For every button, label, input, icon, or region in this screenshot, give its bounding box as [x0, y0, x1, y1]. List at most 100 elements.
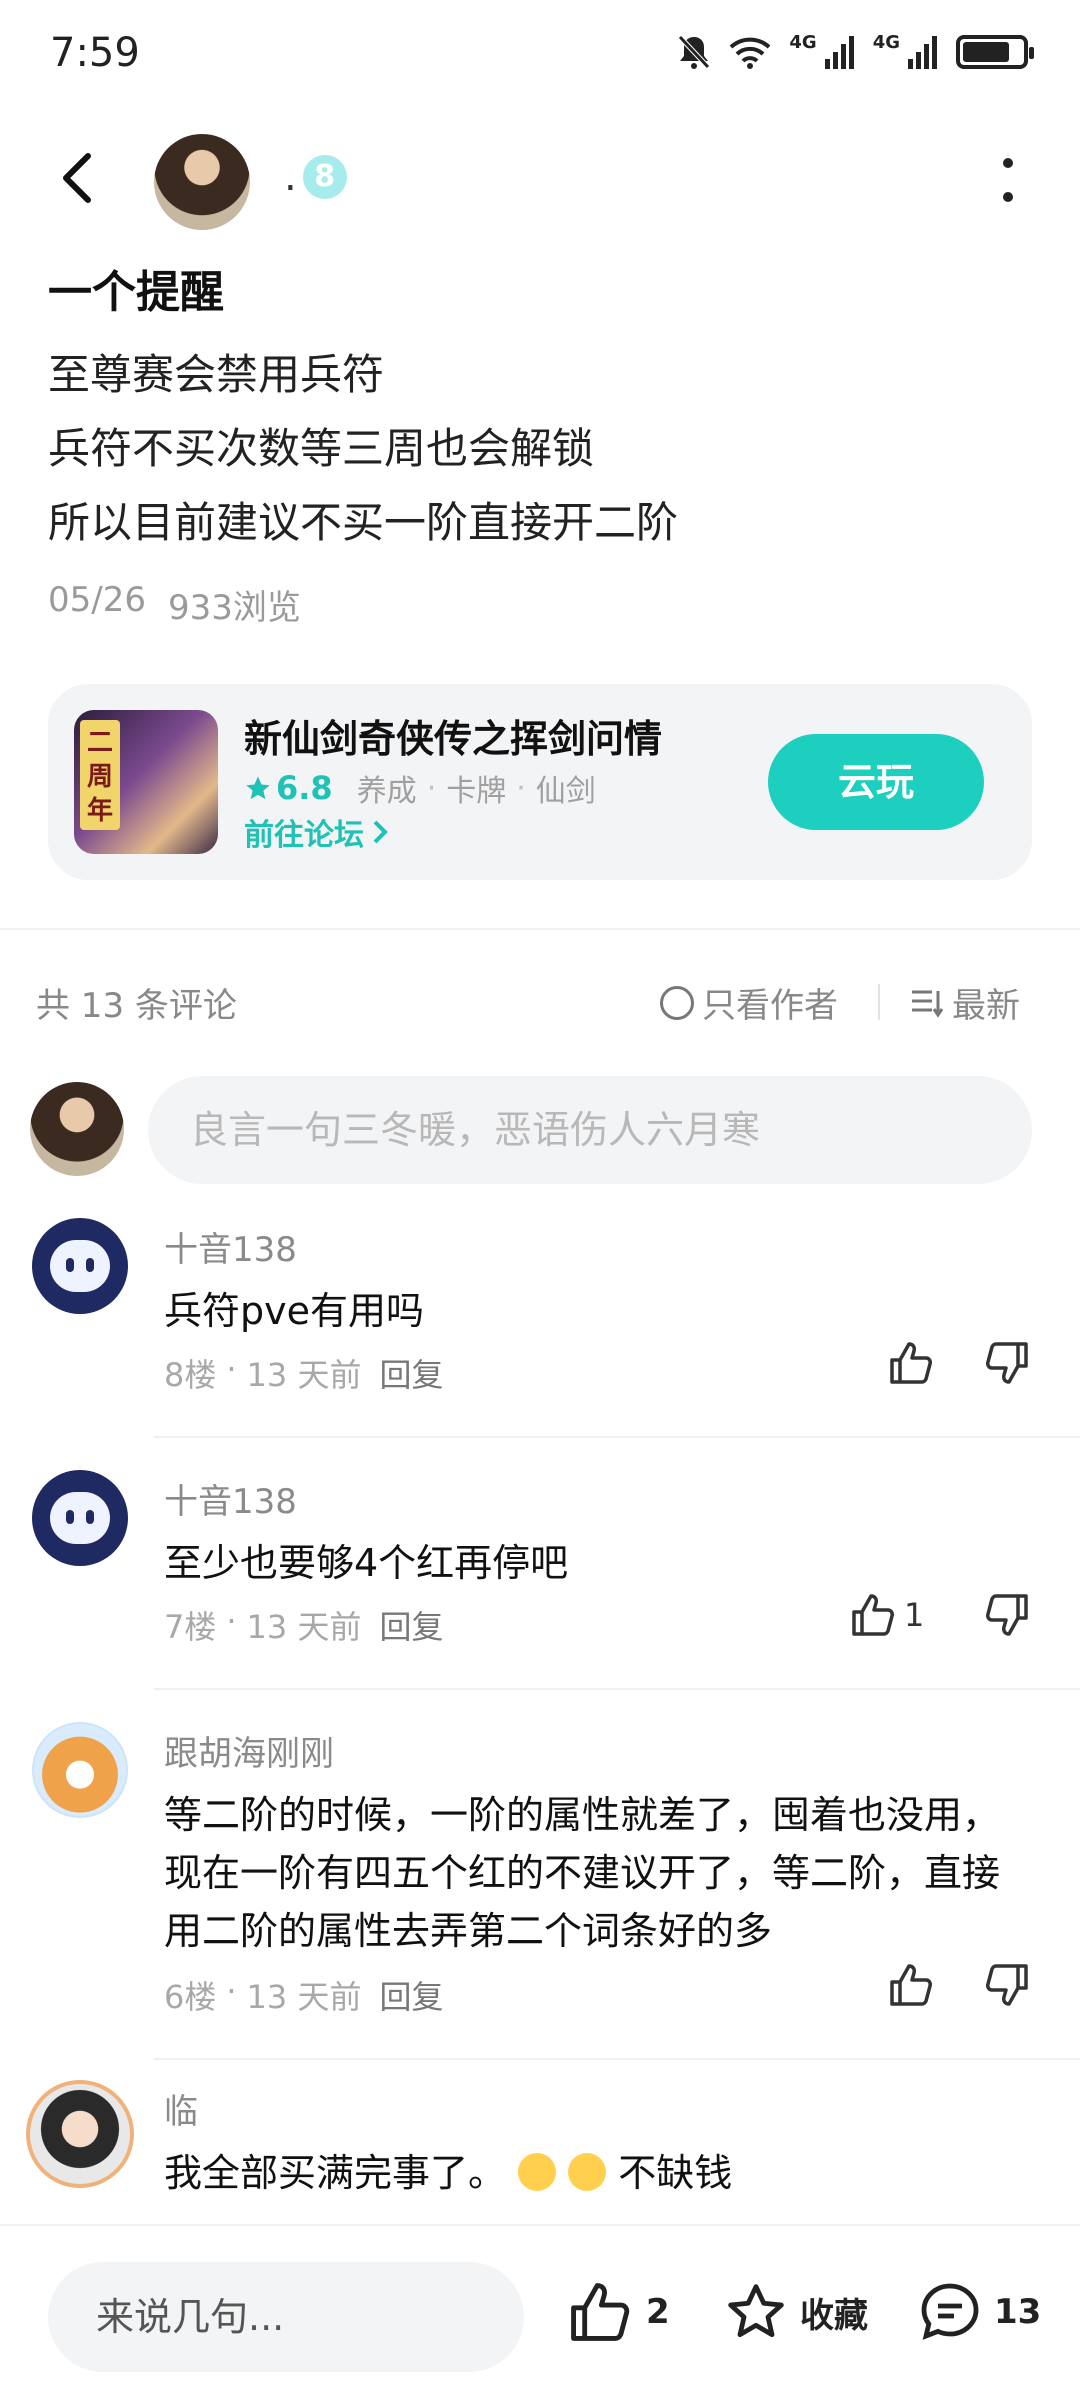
comment-text: 等二阶的时候，一阶的属性就差了，囤着也没用，现在一阶有四五个红的不建议开了，等二…: [164, 1793, 1001, 1953]
wifi-icon: [730, 37, 771, 69]
comment-divider: [154, 2058, 1080, 2060]
signal-icon-2: [908, 36, 937, 69]
comment-meta: 7楼 · 13 天前 回复: [164, 1602, 443, 1648]
game-name: 新仙剑奇侠传之挥剑问情: [244, 717, 663, 761]
comment-floor: 8楼: [164, 1356, 217, 1394]
post-meta: 05/26 933浏览: [48, 580, 301, 629]
like-button[interactable]: [888, 1962, 942, 2008]
mute-bell-icon: [678, 35, 711, 69]
thumbs-up-icon: [890, 1342, 932, 1384]
my-avatar: [30, 1082, 124, 1176]
comment-meta: 8楼 · 13 天前 回复: [164, 1350, 443, 1396]
post-line: 兵符不买次数等三周也会解锁: [48, 424, 595, 473]
commenter-name[interactable]: 十音138: [164, 1222, 297, 1271]
comment-item: 临 我全部买满完事了。 不缺钱: [0, 2080, 1080, 2220]
comment-bubble-icon: [921, 2283, 979, 2340]
go-to-forum-link[interactable]: 前往论坛: [244, 810, 390, 854]
commenter-name[interactable]: 十音138: [164, 1474, 297, 1523]
game-rating: 6.8: [244, 769, 333, 807]
like-count: 1: [904, 1596, 925, 1634]
game-tag: 卡牌: [446, 774, 507, 809]
commenter-avatar[interactable]: [32, 1722, 128, 1818]
comment-text: 我全部买满完事了。 不缺钱: [164, 2144, 1014, 2202]
comment-floor: 7楼: [164, 1608, 217, 1646]
tag-separator: ·: [426, 770, 437, 806]
game-icon[interactable]: 二周年: [74, 710, 218, 854]
post-date: 05/26: [48, 580, 146, 620]
reply-button[interactable]: 回复: [379, 1972, 443, 2018]
commenter-name[interactable]: 临: [164, 2084, 198, 2133]
comment-divider: [154, 1688, 1080, 1690]
comments-button[interactable]: 13: [918, 2280, 1041, 2344]
go-to-forum-label: 前往论坛: [244, 818, 364, 853]
status-bar: 7:59 4G 4G: [0, 0, 1080, 110]
meta-separator: ·: [226, 1602, 237, 1640]
like-button[interactable]: [888, 1340, 942, 1386]
comment-text: 至少也要够4个红再停吧: [164, 1541, 569, 1585]
comment-divider: [154, 1436, 1080, 1438]
battery-level: [963, 42, 1010, 62]
only-author-label: 只看作者: [702, 986, 838, 1026]
comments-count-badge: 13: [994, 2292, 1042, 2332]
reply-button[interactable]: 回复: [379, 1602, 443, 1648]
commenter-name[interactable]: 跟胡海刚刚: [164, 1726, 334, 1775]
thumbs-down-icon: [986, 1342, 1028, 1384]
like-button[interactable]: 1: [850, 1592, 924, 1638]
star-icon: [246, 776, 270, 800]
comment-item: 十音138 兵符pve有用吗 8楼 · 13 天前 回复: [0, 1218, 1080, 1438]
meta-separator: ·: [226, 1350, 237, 1388]
battery-icon: [956, 35, 1034, 69]
comment-floor: 6楼: [164, 1978, 217, 2016]
commenter-avatar[interactable]: [26, 2080, 134, 2188]
game-tag: 养成: [356, 774, 417, 809]
thumbs-up-icon: [852, 1594, 894, 1636]
favorite-label: 收藏: [800, 2295, 868, 2336]
thumbs-up-icon: [890, 1964, 932, 2006]
comment-time: 13 天前: [246, 1608, 362, 1646]
game-info-row: 6.8 养成 · 卡牌 · 仙剑: [244, 766, 596, 810]
game-card[interactable]: 二周年 新仙剑奇侠传之挥剑问情 6.8 养成 · 卡牌 · 仙剑 前往论坛 云玩: [48, 684, 1032, 880]
reply-button[interactable]: 回复: [379, 1350, 443, 1396]
comment-text-part: 我全部买满完事了。: [164, 2151, 507, 2195]
cloud-play-button[interactable]: 云玩: [768, 734, 984, 830]
more-options-icon[interactable]: [996, 158, 1020, 202]
status-time: 7:59: [50, 30, 140, 76]
dislike-button[interactable]: [984, 1340, 1030, 1386]
back-arrow-icon[interactable]: [50, 148, 110, 208]
level-badge: 8: [302, 155, 347, 199]
post-like-count: 2: [646, 2292, 670, 2332]
network-type-2: 4G: [872, 31, 900, 53]
post-views: 933浏览: [167, 588, 301, 628]
game-tag: 仙剑: [535, 774, 596, 809]
network-type-1: 4G: [789, 31, 817, 53]
sort-toggle[interactable]: 最新: [910, 978, 1020, 1027]
commenter-avatar[interactable]: [32, 1470, 128, 1566]
status-icons: 4G 4G: [677, 31, 1034, 70]
bottom-comment-input[interactable]: 来说几句...: [48, 2262, 524, 2372]
chevron-right-icon: [373, 820, 388, 844]
commenter-avatar[interactable]: [32, 1218, 128, 1314]
bottom-action-bar: 来说几句... 2 收藏 13: [0, 2224, 1080, 2400]
author-avatar[interactable]: [154, 134, 250, 230]
section-divider: [0, 928, 1080, 930]
game-rating-value: 6.8: [276, 769, 333, 807]
thumbs-up-icon: [571, 2283, 630, 2341]
star-outline-icon: [728, 2284, 784, 2338]
post-like-button[interactable]: 2: [568, 2280, 670, 2344]
meta-separator: ·: [226, 1972, 237, 2010]
dislike-button[interactable]: [984, 1592, 1030, 1638]
dislike-button[interactable]: [984, 1962, 1030, 2008]
comment-text: 兵符pve有用吗: [164, 1289, 424, 1333]
author-name[interactable]: . 8: [284, 154, 347, 200]
emoji-icon: [568, 2152, 607, 2191]
comment-text-part: 不缺钱: [618, 2151, 733, 2195]
comment-time: 13 天前: [246, 1978, 362, 2016]
thumbs-down-icon: [986, 1594, 1028, 1636]
comments-count: 共 13 条评论: [36, 986, 237, 1026]
header-separator: [878, 984, 880, 1020]
only-author-toggle[interactable]: 只看作者: [660, 978, 838, 1027]
favorite-button[interactable]: 收藏: [724, 2280, 868, 2344]
comment-input[interactable]: [148, 1076, 1032, 1184]
sort-icon: [912, 990, 944, 1018]
signal-icon: [824, 36, 854, 69]
